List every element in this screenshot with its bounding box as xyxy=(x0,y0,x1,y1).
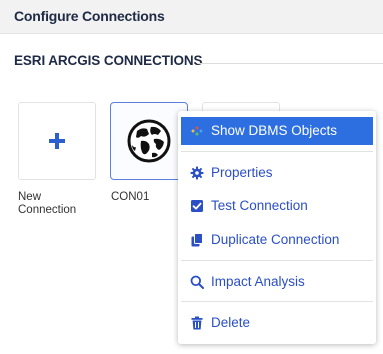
menu-item-test-connection[interactable]: Test Connection xyxy=(181,192,373,220)
database-objects-icon xyxy=(191,126,203,136)
checkbox-icon xyxy=(191,200,203,212)
context-menu: Show DBMS Objects Properties Test Connec… xyxy=(178,111,376,344)
menu-item-duplicate-connection[interactable]: Duplicate Connection xyxy=(181,226,373,254)
connection-label-con01: CON01 xyxy=(111,191,150,203)
gear-icon xyxy=(190,166,204,180)
menu-item-label: Duplicate Connection xyxy=(211,232,340,247)
menu-item-show-dbms-objects[interactable]: Show DBMS Objects xyxy=(181,117,373,145)
globe-icon xyxy=(127,119,171,163)
plus-icon xyxy=(49,133,65,149)
page-title: Configure Connections xyxy=(14,8,165,24)
menu-item-label: Properties xyxy=(211,165,273,180)
copy-icon xyxy=(191,233,203,247)
section-divider xyxy=(197,63,383,64)
menu-separator xyxy=(181,151,373,152)
new-connection-label: New Connection xyxy=(18,191,77,216)
trash-icon xyxy=(191,316,203,330)
menu-item-label: Test Connection xyxy=(211,198,308,213)
section-title: ESRI ARCGIS CONNECTIONS xyxy=(14,53,203,68)
menu-separator xyxy=(181,260,373,261)
search-icon xyxy=(190,275,204,289)
menu-item-label: Show DBMS Objects xyxy=(211,123,338,138)
menu-item-delete[interactable]: Delete xyxy=(181,309,373,337)
connection-tile-con01[interactable] xyxy=(110,102,188,180)
page-header: Configure Connections xyxy=(0,0,383,34)
menu-separator xyxy=(181,301,373,302)
menu-item-label: Impact Analysis xyxy=(211,274,305,289)
menu-item-properties[interactable]: Properties xyxy=(181,159,373,187)
menu-item-impact-analysis[interactable]: Impact Analysis xyxy=(181,268,373,296)
menu-item-label: Delete xyxy=(211,315,251,330)
new-connection-tile[interactable] xyxy=(18,102,96,180)
